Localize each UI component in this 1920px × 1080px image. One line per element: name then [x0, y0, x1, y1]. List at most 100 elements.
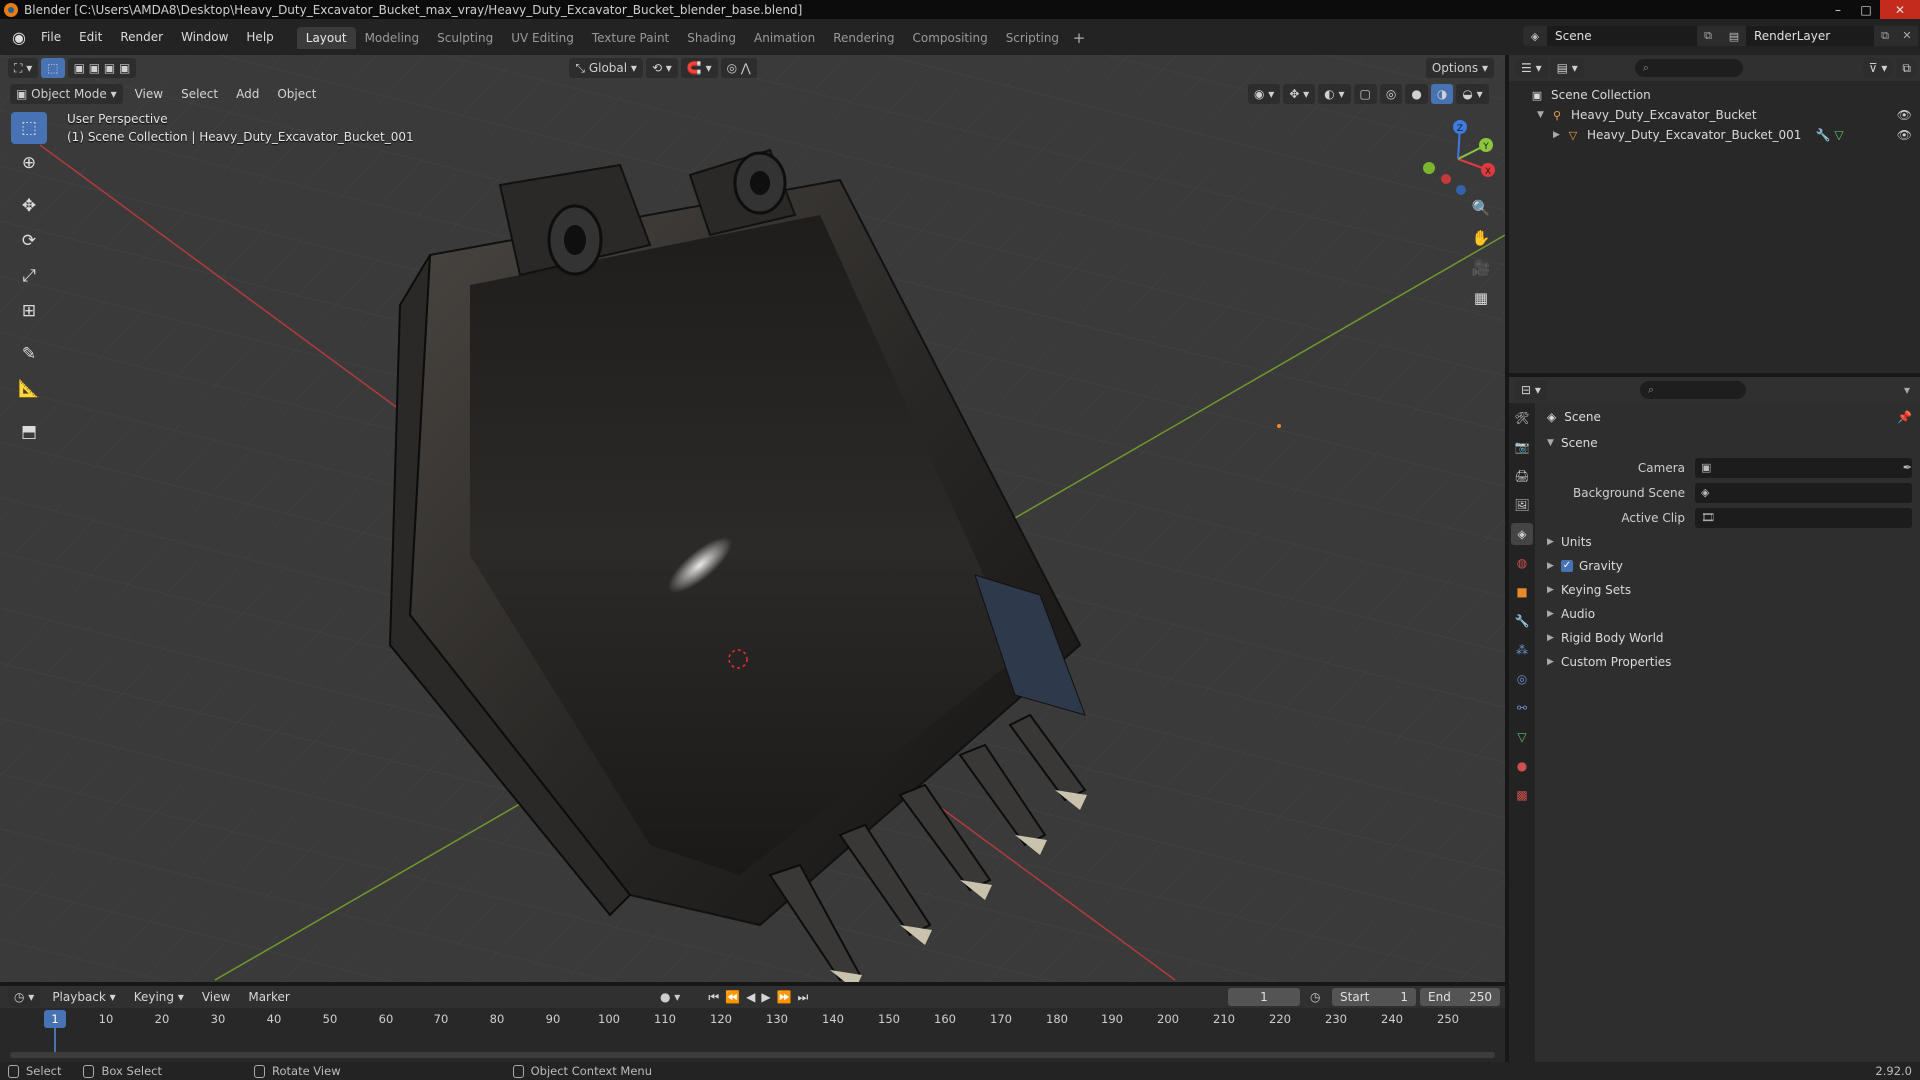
select-box-mode-icon[interactable]: ▣ ▣ ▣ ▣: [67, 58, 137, 78]
tab-compositing[interactable]: Compositing: [903, 27, 996, 49]
view-layer-tab-icon[interactable]: 🖼: [1511, 494, 1533, 516]
new-collection-icon[interactable]: ⧉: [1896, 58, 1917, 78]
object-mode-dropdown[interactable]: ▣ Object Mode ▾: [10, 84, 123, 104]
current-frame-field[interactable]: 1: [1228, 988, 1300, 1006]
scale-tool-icon[interactable]: ⤢: [11, 260, 47, 292]
pan-hand-icon[interactable]: ✋: [1466, 223, 1496, 253]
properties-editor-type-icon[interactable]: ⊟ ▾: [1515, 380, 1547, 400]
outliner-editor-type-icon[interactable]: ☰ ▾: [1515, 58, 1548, 78]
gravity-checkbox[interactable]: ✓: [1561, 560, 1573, 572]
shading-material-icon[interactable]: ◑: [1430, 84, 1454, 104]
camera-view-icon[interactable]: 🎥: [1466, 253, 1496, 283]
gizmo-neg-z-icon[interactable]: [1456, 185, 1466, 195]
auto-key-record-icon[interactable]: ● ▾: [660, 990, 680, 1004]
expand-arrow-icon[interactable]: ▼: [1537, 110, 1549, 120]
active-clip-field[interactable]: 🎞: [1695, 507, 1912, 528]
visibility-eye-icon[interactable]: 👁: [1897, 128, 1912, 142]
panel-gravity[interactable]: ▶ ✓ Gravity: [1539, 554, 1920, 578]
current-frame-indicator[interactable]: 1: [44, 1010, 66, 1028]
play-reverse-icon[interactable]: ◀: [746, 990, 755, 1004]
display-mode-icon[interactable]: ▤ ▾: [1550, 58, 1584, 78]
output-tab-icon[interactable]: 🖨: [1511, 465, 1533, 487]
new-scene-icon[interactable]: ⧉: [1697, 26, 1719, 46]
timeline-menu-playback[interactable]: Playback ▾: [43, 990, 124, 1004]
panel-audio[interactable]: ▶ Audio: [1539, 602, 1920, 626]
minimize-button[interactable]: –: [1824, 0, 1852, 19]
outliner-item-bucket[interactable]: ▼ ⚲ Heavy_Duty_Excavator_Bucket 👁: [1509, 105, 1920, 125]
view-layer-icon[interactable]: ▤: [1722, 26, 1746, 46]
jump-end-icon[interactable]: ⏭: [798, 990, 809, 1005]
scene-name-field[interactable]: Scene: [1547, 26, 1697, 46]
expand-arrow-icon[interactable]: ▶: [1553, 130, 1565, 140]
navigation-gizmo[interactable]: X Y Z: [1418, 115, 1498, 195]
material-tab-icon[interactable]: ●: [1511, 755, 1533, 777]
rotate-tool-icon[interactable]: ⟳: [11, 225, 47, 257]
shading-wireframe-icon[interactable]: ◎: [1379, 84, 1403, 104]
physics-tab-icon[interactable]: ◎: [1511, 668, 1533, 690]
snap-icon[interactable]: 🧲 ▾: [680, 58, 718, 78]
visibility-eye-icon[interactable]: 👁: [1897, 108, 1912, 122]
constraints-tab-icon[interactable]: ⚯: [1511, 697, 1533, 719]
new-view-layer-icon[interactable]: ⧉: [1874, 26, 1896, 46]
start-frame-field[interactable]: Start 1: [1332, 988, 1416, 1006]
camera-field[interactable]: ▣ ✒: [1695, 457, 1912, 478]
transform-orientation-dropdown[interactable]: ⤡ Global ▾: [569, 58, 643, 78]
zoom-icon[interactable]: 🔍: [1466, 193, 1496, 223]
cursor-tool-icon[interactable]: ⊕: [11, 147, 47, 179]
end-frame-field[interactable]: End 250: [1420, 988, 1500, 1006]
tool-tab-icon[interactable]: 🛠: [1511, 407, 1533, 429]
timeline-ruler[interactable]: 1 10 20 30 40 50 60 70 80 90 100 110 120…: [0, 1010, 1505, 1030]
tab-texture-paint[interactable]: Texture Paint: [583, 27, 678, 49]
timeline-editor-type-icon[interactable]: ◷ ▾: [8, 987, 41, 1007]
gizmo-neg-y-icon[interactable]: [1423, 162, 1435, 174]
jump-keyframe-back-icon[interactable]: ⏪: [725, 990, 740, 1004]
close-button[interactable]: ✕: [1880, 0, 1920, 19]
editor-type-icon[interactable]: ⛶ ▾: [8, 58, 39, 78]
add-workspace-icon[interactable]: +: [1068, 27, 1090, 49]
properties-search-input[interactable]: ⌕: [1639, 381, 1746, 399]
viewport-menu-view[interactable]: View: [126, 87, 172, 101]
remove-view-layer-icon[interactable]: ✕: [1896, 26, 1918, 46]
eyedropper-icon[interactable]: ✒: [1903, 461, 1912, 474]
panel-scene[interactable]: ▼ Scene: [1539, 431, 1920, 455]
modifier-wrench-icon[interactable]: 🔧: [1815, 128, 1830, 142]
select-mode-icon[interactable]: ⬚: [41, 58, 65, 78]
timeline-menu-view[interactable]: View: [193, 990, 239, 1004]
timeline-menu-keying[interactable]: Keying ▾: [125, 990, 193, 1004]
panel-keying-sets[interactable]: ▶ Keying Sets: [1539, 578, 1920, 602]
measure-tool-icon[interactable]: 📐: [11, 373, 47, 405]
gizmo-toggle-icon[interactable]: ✥ ▾: [1283, 84, 1316, 104]
viewport-menu-add[interactable]: Add: [227, 87, 268, 101]
outliner-scene-collection[interactable]: ▣ Scene Collection: [1509, 85, 1920, 105]
scene-icon[interactable]: ◈: [1523, 26, 1547, 46]
pivot-point-icon[interactable]: ⟲ ▾: [645, 58, 678, 78]
timeline-menu-marker[interactable]: Marker: [239, 990, 298, 1004]
outliner-item-bucket-mesh[interactable]: ▶ ▽ Heavy_Duty_Excavator_Bucket_001 🔧 ▽ …: [1509, 125, 1920, 145]
pin-icon[interactable]: 📌: [1897, 410, 1912, 424]
proportional-edit-icon[interactable]: ◎ ⋀: [720, 58, 757, 78]
background-scene-field[interactable]: ◈: [1695, 482, 1912, 503]
panel-custom-properties[interactable]: ▶ Custom Properties: [1539, 650, 1920, 674]
play-icon[interactable]: ▶: [761, 990, 770, 1004]
shading-solid-icon[interactable]: ●: [1405, 84, 1428, 104]
3d-viewport[interactable]: ⛶ ▾ ⬚ ▣ ▣ ▣ ▣ ⤡ Global ▾ ⟲ ▾ 🧲 ▾ ◎ ⋀ Opt…: [0, 55, 1505, 982]
modifier-tab-icon[interactable]: 🔧: [1511, 610, 1533, 632]
xray-icon[interactable]: ▢: [1353, 84, 1377, 104]
shading-rendered-icon[interactable]: ◒ ▾: [1456, 84, 1489, 104]
jump-start-icon[interactable]: ⏮: [708, 990, 719, 1005]
particles-tab-icon[interactable]: ⁂: [1511, 639, 1533, 661]
annotate-tool-icon[interactable]: ✎: [11, 338, 47, 370]
panel-rigid-body-world[interactable]: ▶ Rigid Body World: [1539, 626, 1920, 650]
tab-shading[interactable]: Shading: [678, 27, 745, 49]
render-tab-icon[interactable]: 📷: [1511, 436, 1533, 458]
tab-uv-editing[interactable]: UV Editing: [502, 27, 583, 49]
add-cube-tool-icon[interactable]: ⬒: [11, 416, 47, 448]
gizmo-neg-x-icon[interactable]: [1441, 174, 1451, 184]
panel-units[interactable]: ▶ Units: [1539, 530, 1920, 554]
tab-animation[interactable]: Animation: [745, 27, 824, 49]
blender-menu-icon[interactable]: ◉: [6, 24, 32, 50]
timeline-scrollbar[interactable]: [10, 1052, 1495, 1058]
menu-help[interactable]: Help: [237, 26, 282, 48]
menu-edit[interactable]: Edit: [70, 26, 111, 48]
mesh-data-icon[interactable]: ▽: [1834, 128, 1843, 142]
